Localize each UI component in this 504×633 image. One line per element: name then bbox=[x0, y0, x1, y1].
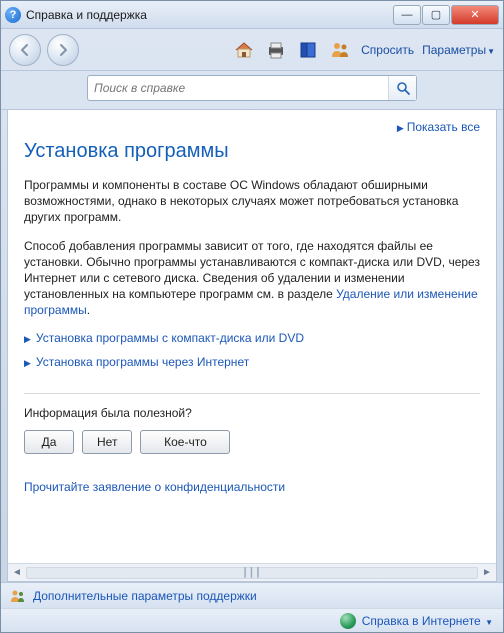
people-icon bbox=[329, 39, 351, 61]
print-icon bbox=[265, 39, 287, 61]
feedback-question: Информация была полезной? bbox=[24, 406, 480, 420]
toolbar: Спросить Параметры▼ bbox=[1, 29, 503, 71]
home-button[interactable] bbox=[231, 37, 257, 63]
search-button[interactable] bbox=[388, 76, 416, 100]
paragraph-1: Программы и компоненты в составе ОС Wind… bbox=[24, 177, 480, 226]
content-scroll[interactable]: ▶Показать все Установка программы Програ… bbox=[8, 110, 496, 563]
print-button[interactable] bbox=[263, 37, 289, 63]
browse-help-button[interactable] bbox=[295, 37, 321, 63]
ask-label: Спросить bbox=[361, 43, 414, 57]
chevron-down-icon: ▼ bbox=[487, 47, 495, 56]
triangle-right-icon: ▶ bbox=[397, 123, 404, 133]
ask-link[interactable]: Спросить bbox=[361, 43, 414, 57]
scroll-right-arrow[interactable]: ► bbox=[478, 567, 496, 578]
separator bbox=[24, 393, 480, 394]
window-controls: — ▢ ✕ bbox=[392, 5, 499, 25]
book-icon bbox=[297, 39, 319, 61]
status-bar-support: Дополнительные параметры поддержки bbox=[1, 582, 503, 608]
scroll-track[interactable]: ┃┃┃ bbox=[26, 567, 478, 579]
privacy-link[interactable]: Прочитайте заявление о конфиденциальност… bbox=[24, 480, 285, 494]
search-box bbox=[87, 75, 417, 101]
globe-icon bbox=[340, 613, 356, 629]
feedback-no-button[interactable]: Нет bbox=[82, 430, 132, 454]
triangle-right-icon: ▶ bbox=[24, 358, 31, 368]
horizontal-scrollbar[interactable]: ◄ ┃┃┃ ► bbox=[8, 563, 496, 581]
search-icon bbox=[396, 81, 410, 95]
window-title: Справка и поддержка bbox=[26, 8, 392, 22]
support-icon bbox=[9, 587, 27, 605]
search-input[interactable] bbox=[88, 81, 388, 95]
expander-install-from-disc[interactable]: ▶ Установка программы с компакт-диска или… bbox=[24, 331, 480, 345]
forward-button[interactable] bbox=[47, 34, 79, 66]
ask-icon-button[interactable] bbox=[327, 37, 353, 63]
feedback-yes-button[interactable]: Да bbox=[24, 430, 74, 454]
chevron-down-icon: ▼ bbox=[485, 618, 493, 627]
online-help-label: Справка в Интернете bbox=[362, 614, 481, 628]
search-row bbox=[1, 71, 503, 110]
maximize-button[interactable]: ▢ bbox=[422, 5, 450, 25]
minimize-button[interactable]: — bbox=[393, 5, 421, 25]
scroll-left-arrow[interactable]: ◄ bbox=[8, 567, 26, 578]
people-help-icon bbox=[9, 587, 27, 605]
scroll-thumb-grip: ┃┃┃ bbox=[242, 567, 261, 578]
online-help-link[interactable]: Справка в Интернете ▼ bbox=[362, 614, 493, 628]
feedback-somewhat-button[interactable]: Кое-что bbox=[140, 430, 230, 454]
expander-install-from-internet[interactable]: ▶ Установка программы через Интернет bbox=[24, 355, 480, 369]
paragraph-2: Способ добавления программы зависит от т… bbox=[24, 238, 480, 319]
status-bar-online: Справка в Интернете ▼ bbox=[1, 608, 503, 632]
arrow-left-icon bbox=[18, 43, 32, 57]
home-icon bbox=[233, 39, 255, 61]
expander-2-label: Установка программы через Интернет bbox=[36, 355, 249, 369]
options-link[interactable]: Параметры▼ bbox=[422, 43, 495, 57]
expander-1-label: Установка программы с компакт-диска или … bbox=[36, 331, 304, 345]
back-button[interactable] bbox=[9, 34, 41, 66]
content-area: ▶Показать все Установка программы Програ… bbox=[7, 110, 497, 582]
page-title: Установка программы bbox=[24, 140, 480, 163]
help-app-icon: ? bbox=[5, 7, 21, 23]
help-window: ? Справка и поддержка — ▢ ✕ bbox=[0, 0, 504, 633]
feedback-buttons: Да Нет Кое-что bbox=[24, 430, 480, 454]
show-all-link[interactable]: ▶Показать все bbox=[397, 120, 480, 134]
more-support-link[interactable]: Дополнительные параметры поддержки bbox=[33, 589, 257, 603]
titlebar: ? Справка и поддержка — ▢ ✕ bbox=[1, 1, 503, 29]
show-all-label: Показать все bbox=[407, 120, 480, 134]
options-label: Параметры bbox=[422, 43, 486, 57]
paragraph-2-text-b: . bbox=[87, 303, 90, 317]
triangle-right-icon: ▶ bbox=[24, 334, 31, 344]
show-all-row: ▶Показать все bbox=[24, 120, 480, 134]
close-button[interactable]: ✕ bbox=[451, 5, 499, 25]
arrow-right-icon bbox=[56, 43, 70, 57]
